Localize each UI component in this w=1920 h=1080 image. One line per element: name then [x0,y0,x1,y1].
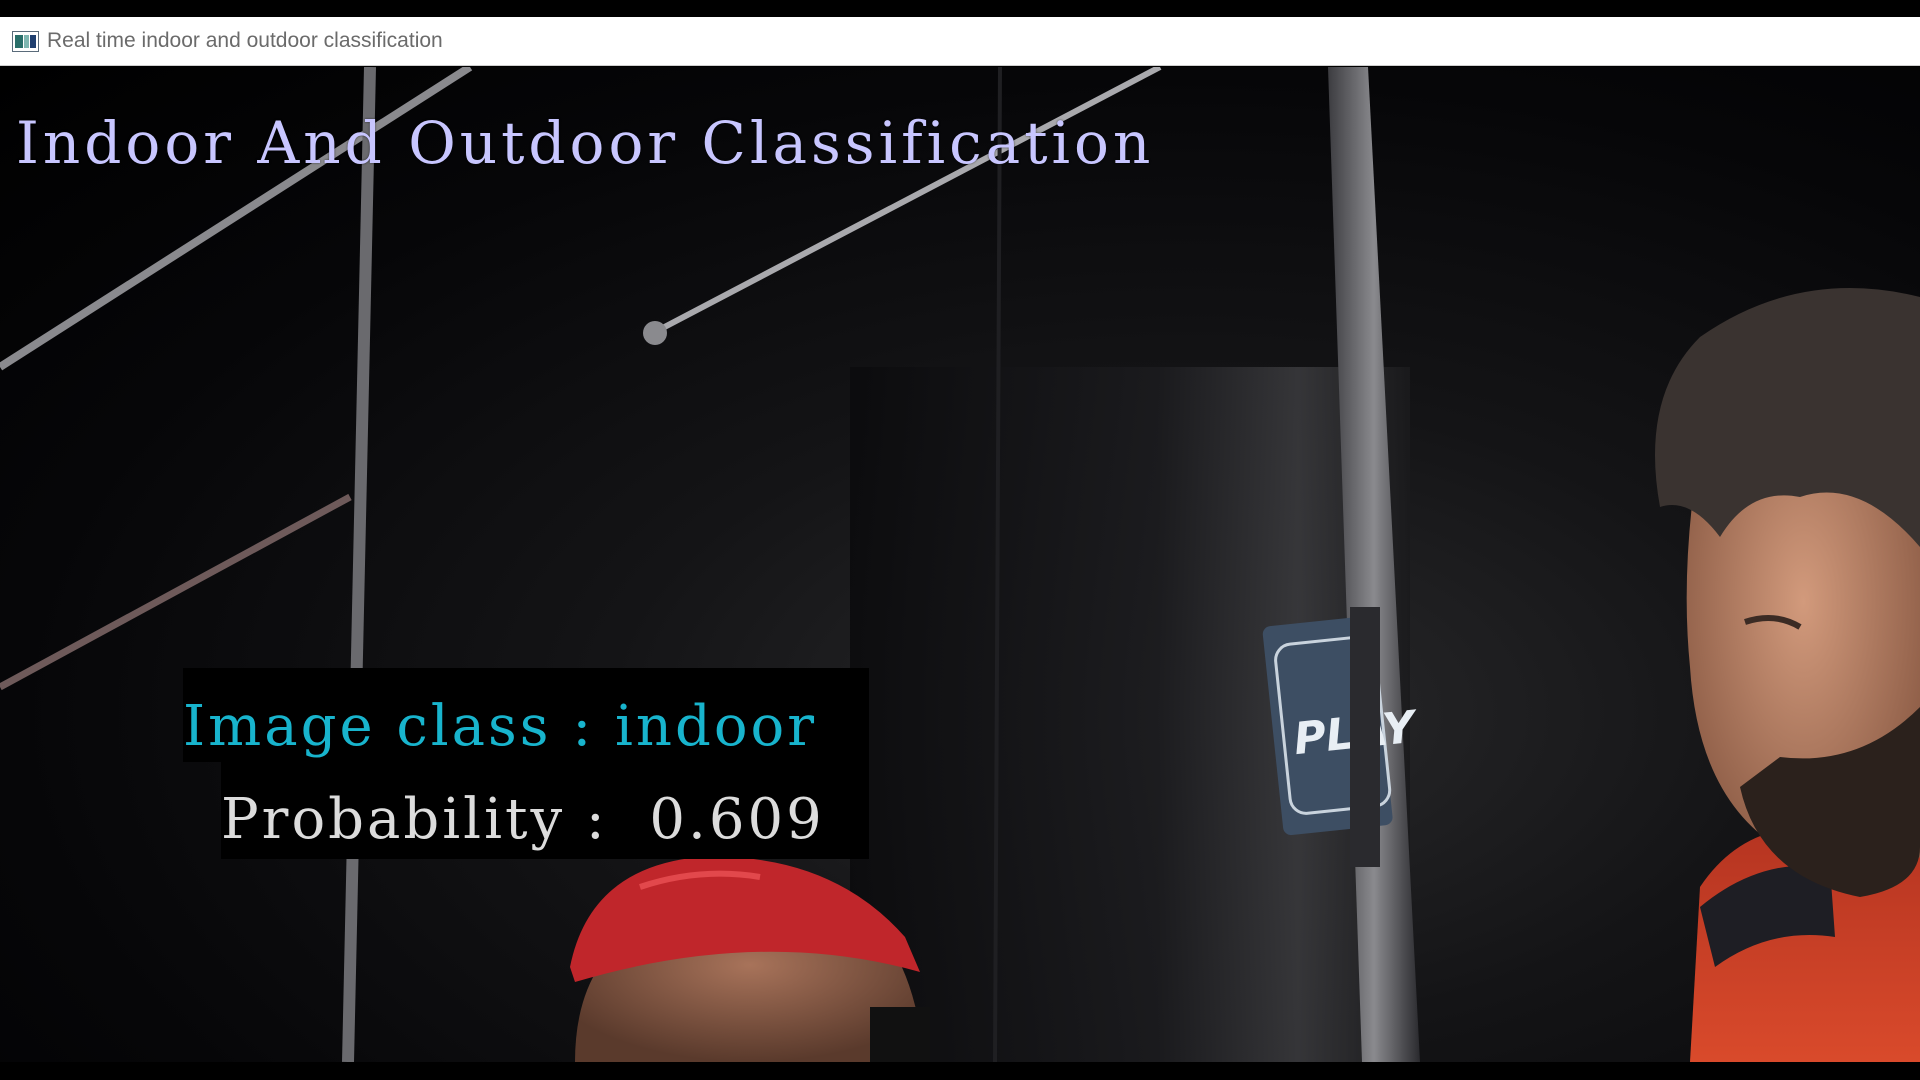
window-title: Real time indoor and outdoor classificat… [47,29,443,52]
classification-heading: Indoor And Outdoor Classification [16,109,1155,177]
window-titlebar[interactable]: Real time indoor and outdoor classificat… [0,17,1920,66]
app-window-icon [12,30,39,52]
window-bottom-edge [0,1062,1920,1080]
probability-label: Probability : 0.609 [221,787,825,852]
person-right [1655,288,1920,1062]
image-class-label: Image class : indoor [183,694,818,759]
screen: Real time indoor and outdoor classificat… [0,0,1920,1080]
video-scene: PLAY [0,67,1920,1062]
video-frame: PLAY Indoor And Outdoor Classification [0,67,1920,1062]
